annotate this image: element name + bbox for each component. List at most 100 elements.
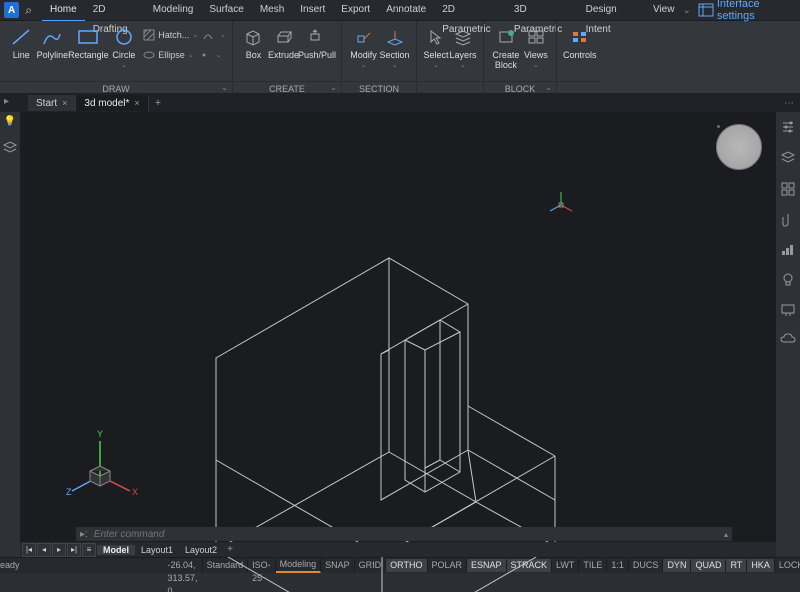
nav-last[interactable]: ▸| bbox=[67, 543, 81, 557]
tool-create-block[interactable]: Create Block bbox=[490, 25, 522, 77]
app-logo[interactable]: A bbox=[4, 2, 19, 18]
nav-list[interactable]: ≡ bbox=[82, 543, 96, 557]
circle-icon bbox=[114, 28, 134, 46]
status-bar: eady -26.04, 313.57, 0 Standard ISO-25 M… bbox=[0, 557, 800, 573]
tool-arc[interactable]: ⌄ bbox=[202, 27, 226, 43]
status-iso[interactable]: ISO-25 bbox=[248, 559, 276, 572]
present-icon[interactable] bbox=[781, 304, 795, 319]
section-icon bbox=[385, 28, 405, 46]
layout-tab-layout1[interactable]: Layout1 bbox=[135, 545, 179, 555]
toggle-tile[interactable]: TILE bbox=[579, 559, 607, 572]
panel-section: Modify ⌄ Section ⌄ SECTION bbox=[342, 21, 417, 93]
attach-icon[interactable] bbox=[782, 213, 794, 230]
view-cube[interactable] bbox=[716, 124, 762, 170]
tool-views[interactable]: Views ⌄ bbox=[522, 25, 550, 77]
tabs-overflow-icon[interactable]: ⋯ bbox=[784, 98, 794, 109]
tool-line[interactable]: Line bbox=[6, 25, 37, 77]
toggle-ortho[interactable]: ORTHO bbox=[386, 559, 427, 572]
settings-icon[interactable] bbox=[781, 120, 795, 137]
menu-annotate[interactable]: Annotate bbox=[378, 0, 434, 20]
nav-prev[interactable]: ◂ bbox=[37, 543, 51, 557]
chart-icon[interactable] bbox=[781, 244, 795, 259]
close-icon[interactable]: × bbox=[134, 98, 139, 108]
add-layout-button[interactable]: + bbox=[223, 544, 237, 555]
menu-2d-drafting[interactable]: 2D Drafting bbox=[85, 0, 145, 20]
chevron-down-icon: ⌄ bbox=[533, 61, 539, 69]
expand-icon[interactable]: ⌄ bbox=[221, 83, 228, 92]
tool-section[interactable]: Section ⌄ bbox=[379, 25, 410, 77]
panel-block: Create Block Views ⌄ BLOCK ⌄ bbox=[484, 21, 557, 93]
tool-select[interactable]: Select ⌄ bbox=[423, 25, 449, 77]
cloud-icon[interactable] bbox=[780, 333, 796, 348]
toggle-hka[interactable]: HKA bbox=[747, 559, 775, 572]
toggle-ducs[interactable]: DUCS bbox=[629, 559, 664, 572]
grid-icon[interactable] bbox=[781, 182, 795, 199]
toggle-quad[interactable]: QUAD bbox=[691, 559, 726, 572]
views-icon bbox=[527, 29, 545, 45]
toggle-esnap[interactable]: ESNAP bbox=[467, 559, 507, 572]
tabs-home-icon[interactable]: ▸ bbox=[4, 96, 9, 107]
toggle-grid[interactable]: GRID bbox=[355, 559, 387, 572]
command-line[interactable]: ▸: ▴ bbox=[76, 527, 732, 541]
status-standard[interactable]: Standard bbox=[203, 559, 249, 572]
tool-pushpull[interactable]: Push/Pull bbox=[299, 25, 335, 77]
history-up-icon[interactable]: ▴ bbox=[724, 530, 728, 539]
search-icon[interactable]: ⌕ bbox=[25, 3, 32, 18]
menu-export[interactable]: Export bbox=[333, 0, 378, 20]
toggle-lwt[interactable]: LWT bbox=[552, 559, 579, 572]
tool-point[interactable]: ⌄ bbox=[198, 47, 222, 63]
layout-tab-model[interactable]: Model bbox=[97, 545, 135, 555]
menu-3d-parametric[interactable]: 3D Parametric bbox=[506, 0, 578, 20]
toggle-polar[interactable]: POLAR bbox=[428, 559, 468, 572]
toggle-1:1[interactable]: 1:1 bbox=[607, 559, 629, 572]
toggle-rt[interactable]: RT bbox=[726, 559, 747, 572]
toggle-snap[interactable]: SNAP bbox=[321, 559, 355, 572]
layout-tab-layout2[interactable]: Layout2 bbox=[179, 545, 223, 555]
layers-rail-icon[interactable] bbox=[3, 141, 17, 158]
nav-first[interactable]: |◂ bbox=[22, 543, 36, 557]
close-icon[interactable]: × bbox=[62, 98, 67, 108]
nav-next[interactable]: ▸ bbox=[52, 543, 66, 557]
status-mode[interactable]: Modeling bbox=[276, 558, 322, 573]
tool-modify[interactable]: Modify ⌄ bbox=[348, 25, 379, 77]
tool-ellipse[interactable]: Ellipse⌄ bbox=[143, 47, 193, 63]
lightbulb-icon[interactable] bbox=[782, 273, 794, 290]
box-icon bbox=[243, 28, 263, 46]
menu-design-intent[interactable]: Design Intent bbox=[578, 0, 645, 20]
tool-layers[interactable]: Layers ⌄ bbox=[449, 25, 477, 77]
menu-insert[interactable]: Insert bbox=[292, 0, 333, 20]
tab-3d-model-[interactable]: 3d model*× bbox=[76, 95, 148, 111]
toggle-lockui[interactable]: LOCKUI bbox=[775, 559, 800, 572]
tool-controls[interactable]: Controls bbox=[563, 25, 597, 77]
ellipse-icon bbox=[143, 49, 155, 61]
command-input[interactable] bbox=[92, 528, 724, 541]
bulb-icon[interactable]: 💡 bbox=[4, 116, 16, 127]
panel-label bbox=[557, 81, 601, 93]
hatch-icon bbox=[143, 29, 155, 41]
prompt-icon: ▸: bbox=[80, 529, 88, 540]
controls-icon bbox=[571, 30, 589, 44]
menu-mesh[interactable]: Mesh bbox=[252, 0, 292, 20]
add-tab-button[interactable]: + bbox=[149, 97, 167, 109]
layers-icon[interactable] bbox=[781, 151, 795, 168]
menu-home[interactable]: Home bbox=[42, 0, 85, 21]
tab-start[interactable]: Start× bbox=[28, 95, 76, 111]
tool-hatch[interactable]: Hatch...⌄ bbox=[143, 27, 198, 43]
interface-settings-button[interactable]: Interface settings bbox=[699, 0, 796, 22]
tool-extrude[interactable]: Extrude bbox=[268, 25, 299, 77]
panel-controls: Controls bbox=[557, 21, 601, 93]
tool-circle[interactable]: Circle ⌄ bbox=[109, 25, 140, 77]
panel-label bbox=[417, 81, 483, 93]
menu-modeling[interactable]: Modeling bbox=[145, 0, 202, 20]
tool-rectangle[interactable]: Rectangle bbox=[68, 25, 109, 77]
menu-surface[interactable]: Surface bbox=[201, 0, 251, 20]
toggle-dyn[interactable]: DYN bbox=[663, 559, 691, 572]
menu-view[interactable]: View bbox=[645, 0, 683, 20]
tool-box[interactable]: Box bbox=[239, 25, 268, 77]
tool-polyline[interactable]: Polyline bbox=[37, 25, 69, 77]
expand-icon[interactable]: ⌄ bbox=[330, 83, 337, 92]
chevron-down-icon[interactable]: ⌄ bbox=[682, 5, 690, 16]
drawing-canvas[interactable]: Y X Z ▸: ▴ |◂ ◂ ▸ ▸| ≡ ModelLayout1Layou… bbox=[20, 112, 776, 557]
menu-2d-parametric[interactable]: 2D Parametric bbox=[434, 0, 506, 20]
expand-icon[interactable]: ⌄ bbox=[545, 83, 552, 92]
